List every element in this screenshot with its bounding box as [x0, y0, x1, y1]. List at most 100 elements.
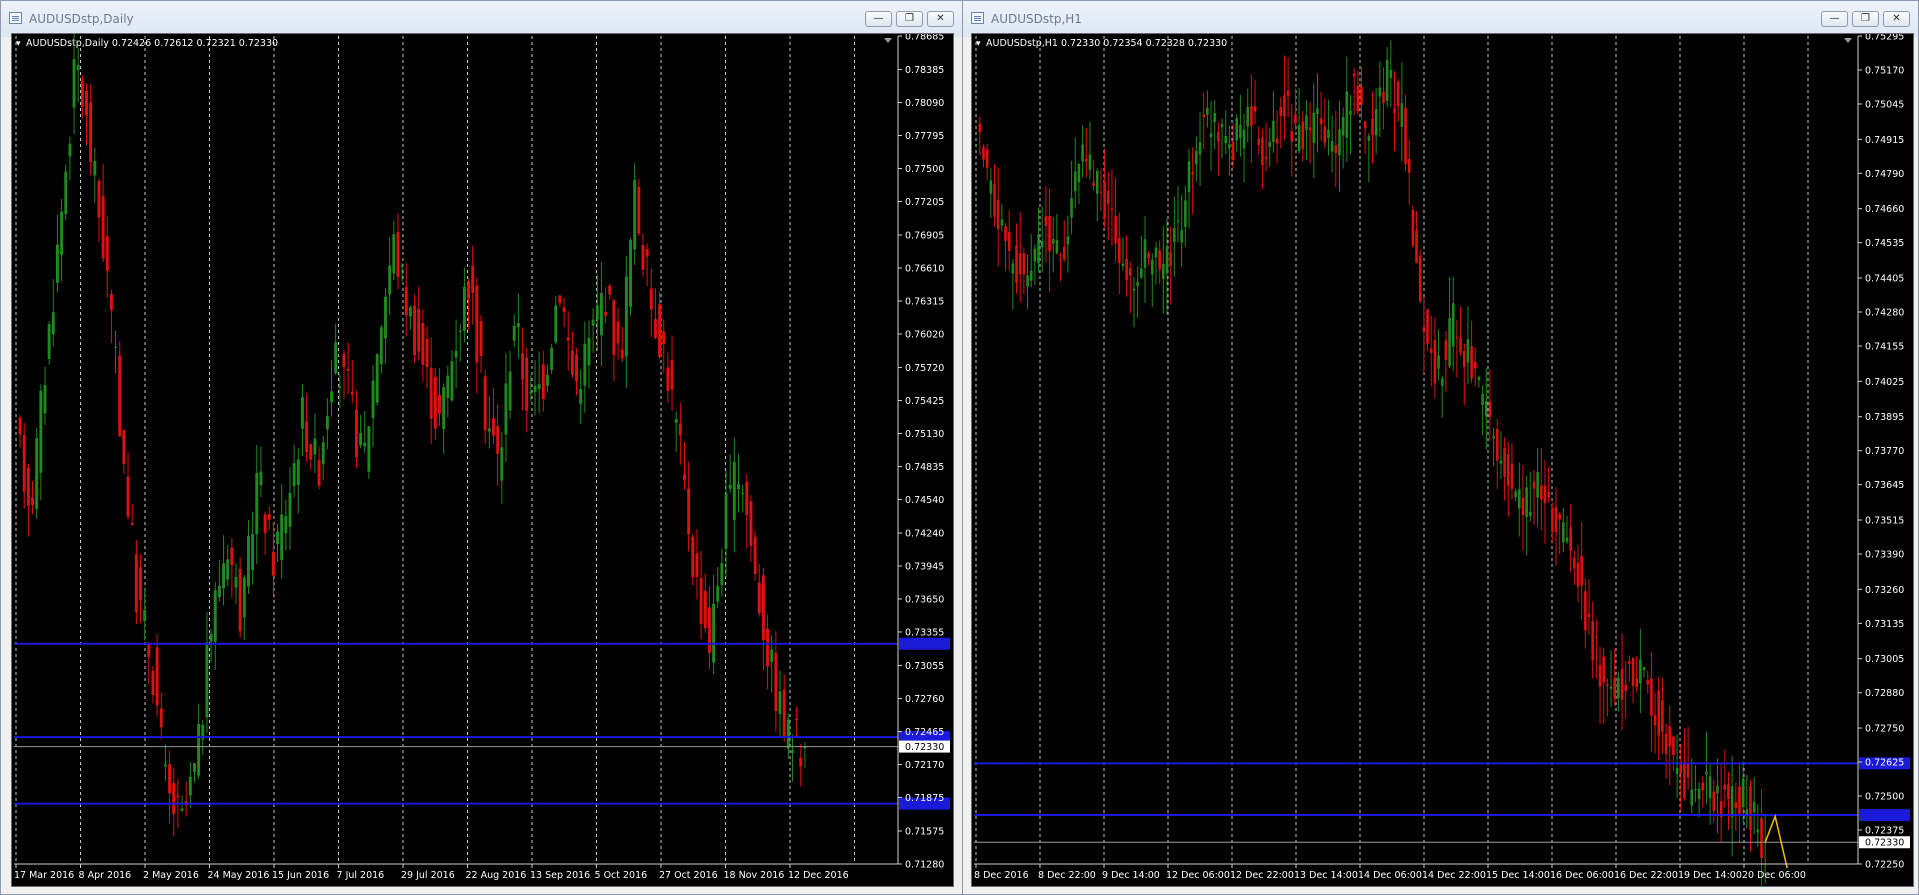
- candle-body: [1587, 613, 1591, 618]
- candle-body: [1220, 123, 1224, 128]
- candle-body: [1081, 144, 1084, 162]
- restore-button[interactable]: ❐: [1852, 11, 1879, 27]
- candle-body: [724, 493, 728, 549]
- candle-body: [271, 551, 275, 576]
- candle-body: [317, 460, 321, 486]
- candle-body: [151, 670, 155, 696]
- candle-body: [479, 321, 483, 356]
- candle-body: [247, 536, 250, 587]
- candle-body: [1591, 621, 1594, 661]
- daily-candlestick-chart[interactable]: ▾ AUDUSDstp,Daily 0.72426 0.72612 0.72321…: [12, 34, 953, 886]
- candle-body: [379, 327, 383, 365]
- candle-body: [1510, 463, 1514, 489]
- candle-body: [1389, 69, 1393, 78]
- candle-body: [1140, 268, 1143, 278]
- minimize-button[interactable]: —: [865, 11, 892, 27]
- candle-body: [226, 559, 230, 580]
- candle-body: [687, 488, 691, 535]
- candle-body: [330, 391, 333, 403]
- candle-body: [85, 90, 88, 116]
- daily-chart-window[interactable]: AUDUSDstp,Daily — ❐ ✕ ▾ AUDUSDstp,Daily 0…: [0, 0, 963, 895]
- close-icon: ✕: [936, 13, 945, 24]
- x-tick-label: 17 Mar 2016: [14, 870, 74, 881]
- candle-body: [993, 184, 996, 217]
- candle-body: [1602, 656, 1605, 683]
- restore-icon: ❐: [905, 13, 914, 24]
- close-button[interactable]: ✕: [927, 11, 954, 27]
- chart-menu-arrow: ▾: [16, 39, 21, 49]
- candle-body: [500, 447, 504, 481]
- candle-body: [1437, 355, 1440, 369]
- y-tick-label: 0.71280: [905, 860, 944, 871]
- window-title: AUDUSDstp,Daily: [29, 12, 134, 26]
- y-tick-label: 0.74835: [905, 462, 944, 473]
- minimize-icon: —: [1829, 13, 1840, 24]
- candle-body: [670, 360, 674, 390]
- candle-body: [741, 492, 745, 494]
- candle-body: [1440, 378, 1444, 386]
- candle-body: [1242, 129, 1246, 149]
- candle-body: [1547, 491, 1550, 498]
- candle-body: [1672, 736, 1675, 756]
- y-tick-label: 0.73515: [1865, 516, 1904, 527]
- candle-body: [1209, 133, 1213, 137]
- candle-body: [450, 361, 454, 401]
- candle-body: [1253, 106, 1257, 112]
- candle-body: [1448, 318, 1451, 367]
- minimize-button[interactable]: —: [1821, 11, 1848, 27]
- candle-body: [487, 428, 491, 432]
- y-tick-label: 0.76905: [905, 231, 944, 242]
- candle-body: [512, 325, 516, 341]
- candle-body: [467, 281, 471, 299]
- candle-body: [496, 426, 500, 454]
- close-button[interactable]: ✕: [1883, 11, 1910, 27]
- candle-body: [1231, 142, 1235, 161]
- candle-body: [388, 265, 392, 295]
- candle-body: [770, 649, 774, 662]
- y-tick-label: 0.78090: [905, 98, 944, 109]
- candle-body: [18, 417, 22, 435]
- candle-body: [707, 607, 711, 653]
- window-titlebar[interactable]: AUDUSDstp,Daily — ❐ ✕: [1, 1, 962, 37]
- window-titlebar[interactable]: AUDUSDstp,H1 — ❐ ✕: [963, 1, 1918, 37]
- candle-body: [1341, 117, 1345, 136]
- h1-chart-window[interactable]: AUDUSDstp,H1 — ❐ ✕ ▾ AUDUSDstp,H1 0.72330…: [962, 0, 1919, 895]
- candle-body: [695, 553, 699, 577]
- candle-body: [1418, 255, 1422, 302]
- candle-body: [504, 383, 508, 435]
- candle-body: [674, 419, 678, 423]
- price-line-label: [899, 637, 950, 650]
- candle-body: [633, 179, 637, 250]
- x-tick-label: 13 Sep 2016: [530, 870, 590, 881]
- candle-body: [516, 323, 520, 328]
- chart-menu-arrow: ▾: [976, 39, 981, 49]
- candle-body: [1404, 107, 1407, 165]
- candle-body: [1103, 182, 1106, 218]
- candle-body: [1451, 303, 1455, 347]
- candle-body: [1136, 282, 1139, 287]
- restore-button[interactable]: ❐: [896, 11, 923, 27]
- y-tick-label: 0.72880: [1865, 688, 1904, 699]
- candle-body: [193, 763, 196, 772]
- candle-body: [1433, 340, 1437, 384]
- daily-chart-area[interactable]: ▾ AUDUSDstp,Daily 0.72426 0.72612 0.72321…: [11, 33, 954, 887]
- candle-body: [1422, 327, 1426, 332]
- h1-candlestick-chart[interactable]: ▾ AUDUSDstp,H1 0.72330 0.72354 0.72328 0.…: [972, 34, 1913, 886]
- candle-body: [1312, 112, 1316, 143]
- h1-chart-area[interactable]: ▾ AUDUSDstp,H1 0.72330 0.72354 0.72328 0.…: [971, 33, 1914, 887]
- candle-body: [1492, 435, 1495, 439]
- candle-body: [575, 354, 578, 382]
- candle-body: [458, 330, 462, 332]
- candle-body: [1580, 555, 1583, 586]
- candle-body: [1095, 170, 1099, 194]
- y-tick-label: 0.77500: [905, 164, 944, 175]
- x-tick-label: 13 Dec 14:00: [1294, 870, 1358, 881]
- candle-body: [662, 331, 666, 345]
- y-tick-label: 0.73770: [1865, 446, 1904, 457]
- candle-body: [1595, 636, 1598, 638]
- candle-body: [1044, 216, 1048, 227]
- candle-body: [1352, 73, 1356, 77]
- candle-body: [1529, 511, 1532, 517]
- candle-body: [1198, 142, 1202, 155]
- x-tick-label: 16 Dec 06:00: [1550, 870, 1614, 881]
